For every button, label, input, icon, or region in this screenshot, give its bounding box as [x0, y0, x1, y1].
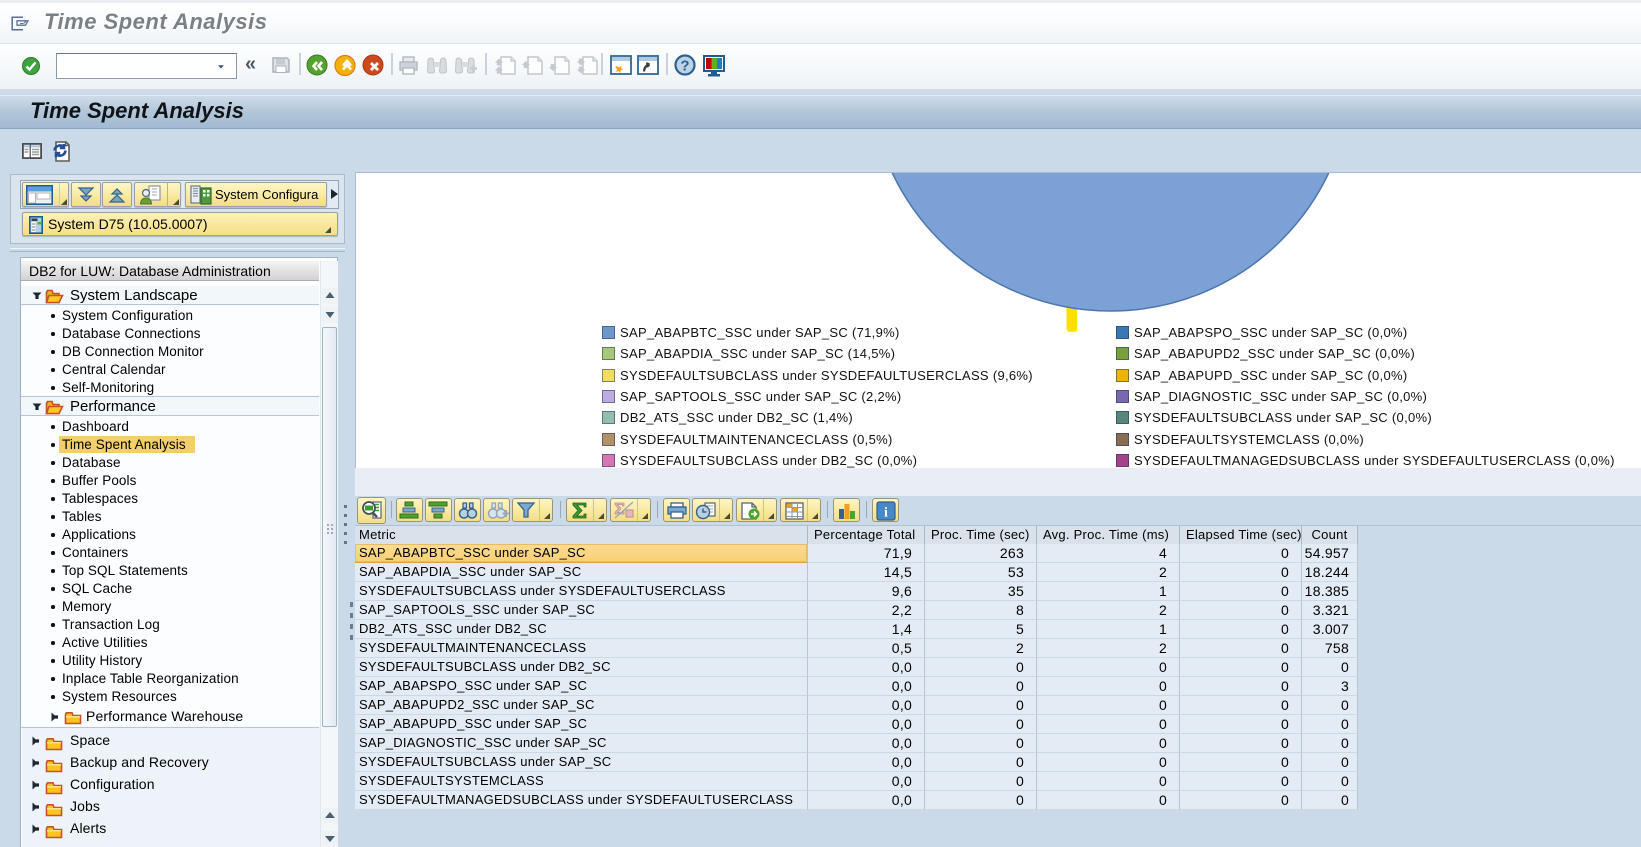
svg-text:?: ?: [680, 58, 689, 75]
svg-text:i: i: [884, 506, 888, 521]
